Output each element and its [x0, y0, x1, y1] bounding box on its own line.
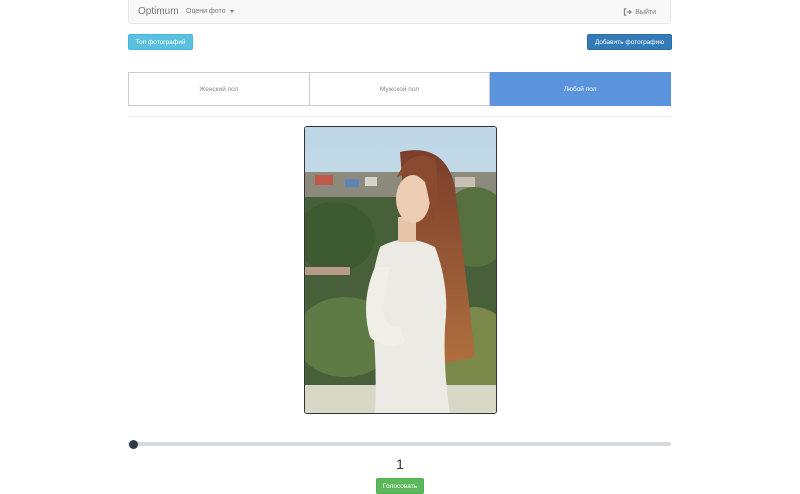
chevron-down-icon	[229, 10, 234, 13]
divider	[128, 116, 671, 117]
slider-track	[128, 442, 671, 446]
rated-photo	[304, 126, 497, 414]
sign-out-icon	[624, 8, 633, 16]
rate-photo-dropdown[interactable]: Оцени фото	[186, 8, 234, 15]
gender-option-any[interactable]: Любой пол	[490, 72, 672, 106]
logout-label: Выйти	[635, 8, 656, 16]
slider-handle[interactable]	[129, 440, 138, 449]
add-photo-button[interactable]: Добавить фотографию	[587, 34, 672, 50]
gender-option-female[interactable]: Женский пол	[128, 72, 310, 106]
vote-button[interactable]: Голосовать	[376, 478, 424, 494]
rating-slider[interactable]	[128, 440, 671, 449]
rate-photo-label: Оцени фото	[186, 8, 226, 15]
photo-image	[305, 127, 496, 413]
navbar: Optimum Оцени фото Выйти	[128, 0, 671, 24]
logout-link[interactable]: Выйти	[623, 8, 656, 16]
brand-logo[interactable]: Optimum	[138, 6, 179, 17]
gender-option-male[interactable]: Мужской пол	[309, 72, 491, 106]
gender-filter: Женский пол Мужской пол Любой пол	[128, 72, 672, 106]
top-photos-button[interactable]: Топ фотографий	[128, 34, 193, 50]
rating-value: 1	[396, 456, 404, 472]
